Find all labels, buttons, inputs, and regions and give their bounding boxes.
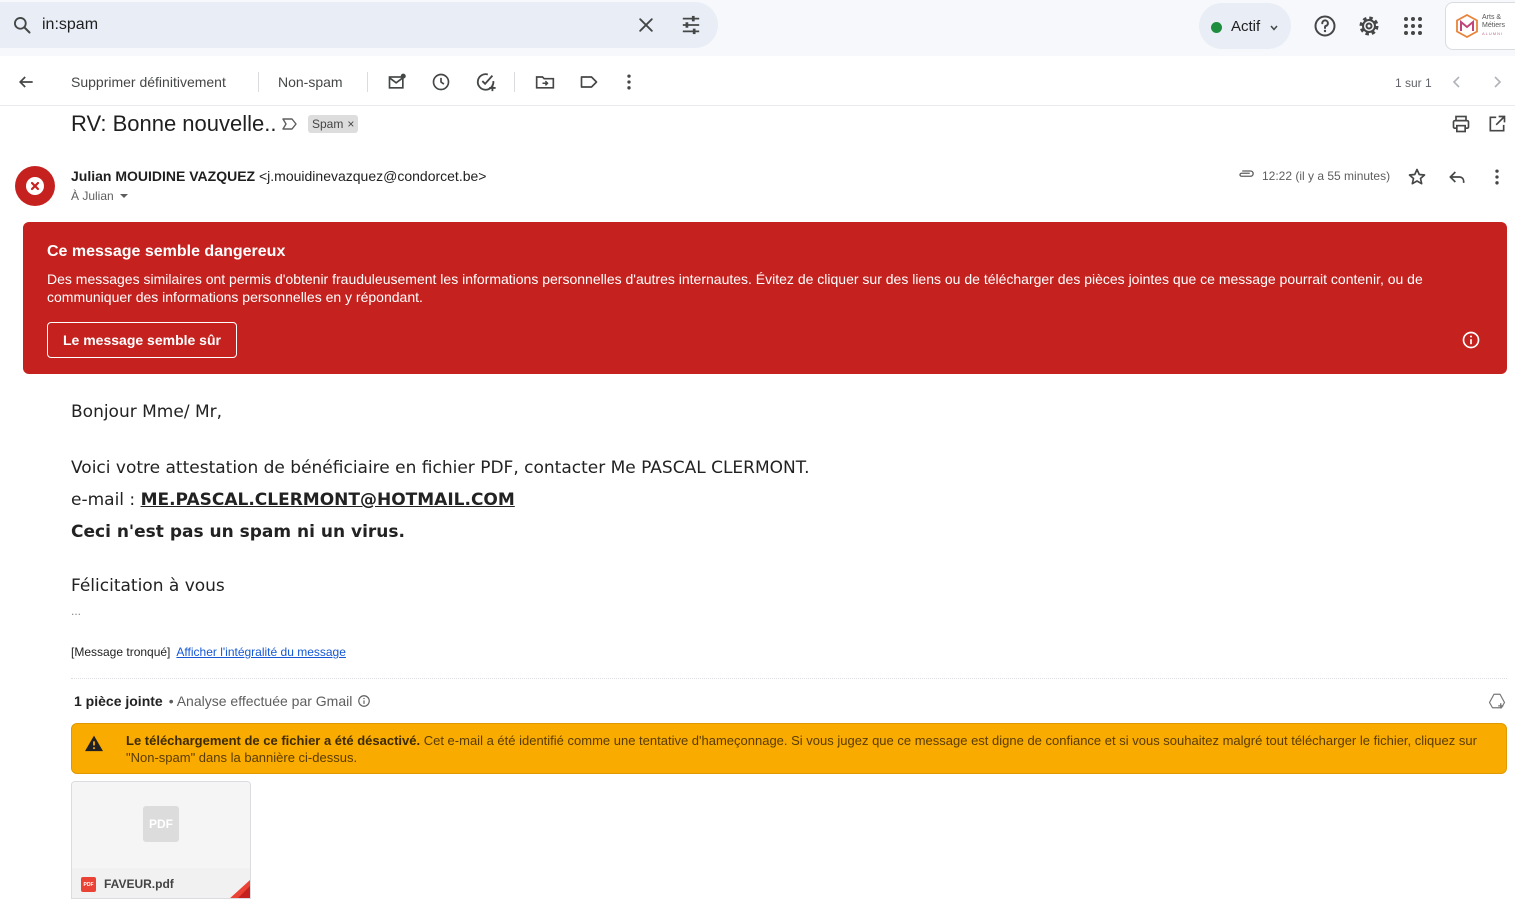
message-toolbar: Supprimer définitivement Non-spam 1 sur …	[0, 58, 1515, 106]
remove-label-icon[interactable]: ×	[347, 117, 354, 131]
file-corner-icon	[228, 880, 250, 898]
warning-bold-text: Le téléchargement de ce fichier a été dé…	[126, 733, 421, 748]
danger-title: Ce message semble dangereux	[47, 243, 286, 260]
danger-x-icon	[26, 177, 44, 195]
star-icon[interactable]	[1407, 167, 1427, 192]
chevron-down-icon	[1269, 20, 1279, 38]
not-spam-button[interactable]: Non-spam	[278, 58, 343, 106]
toolbar-divider	[514, 72, 515, 92]
message-time: 12:22 (il y a 55 minutes)	[1262, 169, 1391, 183]
delete-forever-button[interactable]: Supprimer définitivement	[71, 58, 226, 106]
pagination-text: 1 sur 1	[1395, 76, 1432, 90]
download-disabled-warning: Le téléchargement de ce fichier a été dé…	[71, 723, 1507, 774]
recipient-details[interactable]: À Julian	[71, 189, 128, 203]
sender-line[interactable]: Julian MOUIDINE VAZQUEZ <j.mouidinevazqu…	[71, 168, 486, 184]
truncated-label: [Message tronqué]	[71, 645, 171, 659]
open-in-new-window-icon[interactable]	[1487, 114, 1507, 139]
reply-icon[interactable]	[1447, 167, 1467, 192]
caret-down-icon	[119, 194, 128, 198]
attachment-footer: PDF FAVEUR.pdf	[72, 868, 250, 898]
mark-unread-icon[interactable]	[387, 58, 407, 106]
status-button[interactable]: Actif	[1199, 3, 1291, 49]
scan-info-icon[interactable]	[357, 694, 371, 708]
recipient-label: À Julian	[71, 189, 114, 203]
attachments-divider	[71, 678, 1507, 679]
sender-email: <j.mouidinevazquez@condorcet.be>	[258, 168, 487, 184]
top-bar: Actif Arts & Métiers ALUMNI	[0, 0, 1515, 56]
attachments-header: 1 pièce jointe • Analyse effectuée par G…	[74, 693, 371, 709]
attachment-preview: PDF	[72, 782, 250, 868]
search-icon[interactable]	[12, 15, 32, 40]
chevron-right-icon[interactable]	[1489, 58, 1505, 106]
message-subject: RV: Bonne nouvelle..	[71, 111, 277, 136]
search-options-icon[interactable]	[680, 15, 702, 40]
toolbar-divider	[258, 72, 259, 92]
spam-label-chip: Spam ×	[308, 115, 359, 133]
danger-warning-banner: Ce message semble dangereux Des messages…	[23, 222, 1507, 374]
search-input[interactable]	[42, 12, 602, 38]
attachment-card[interactable]: PDF PDF FAVEUR.pdf	[71, 781, 251, 899]
scan-label: • Analyse effectuée par Gmail	[168, 693, 353, 709]
trimmed-content-ellipsis[interactable]: ...	[71, 604, 81, 618]
warning-triangle-icon	[84, 734, 104, 757]
attachment-clip-icon	[1237, 167, 1255, 186]
sender-avatar[interactable]	[15, 166, 55, 206]
close-icon[interactable]	[636, 15, 656, 40]
gear-icon[interactable]	[1357, 14, 1381, 43]
chevron-left-icon[interactable]	[1449, 58, 1465, 106]
email-prefix: e-mail :	[71, 490, 141, 510]
more-vertical-icon[interactable]	[619, 58, 639, 106]
back-arrow-icon[interactable]	[16, 58, 36, 106]
info-icon[interactable]	[1461, 330, 1481, 355]
warning-text: Le téléchargement de ce fichier a été dé…	[126, 732, 1486, 766]
status-dot	[1211, 22, 1222, 33]
truncated-notice: [Message tronqué] Afficher l'intégralité …	[71, 645, 346, 659]
logo-text: Arts & Métiers ALUMNI	[1482, 14, 1505, 36]
body-line-3: Ceci n'est pas un spam ni un virus.	[71, 522, 405, 542]
sender-name: Julian MOUIDINE VAZQUEZ	[71, 168, 256, 184]
body-email-line: e-mail : ME.PASCAL.CLERMONT@HOTMAIL.COM	[71, 490, 515, 510]
body-greeting: Bonjour Mme/ Mr,	[71, 402, 223, 422]
toolbar-divider	[367, 72, 368, 92]
status-label: Actif	[1231, 18, 1261, 35]
label-icon[interactable]	[579, 58, 599, 106]
search-bar	[0, 2, 718, 48]
importance-marker-icon[interactable]	[282, 117, 298, 136]
apps-grid-icon[interactable]	[1401, 14, 1425, 43]
snooze-clock-icon[interactable]	[431, 58, 451, 106]
print-icon[interactable]	[1451, 114, 1471, 139]
organization-logo-icon	[1455, 13, 1479, 43]
pdf-small-icon: PDF	[81, 877, 96, 892]
help-icon[interactable]	[1313, 14, 1337, 43]
attachment-count: 1 pièce jointe	[74, 693, 163, 709]
more-options-icon[interactable]	[1487, 167, 1507, 192]
pdf-file-icon: PDF	[143, 806, 179, 842]
email-link[interactable]: ME.PASCAL.CLERMONT@HOTMAIL.COM	[141, 490, 515, 510]
move-to-folder-icon[interactable]	[535, 58, 555, 106]
looks-safe-button[interactable]: Le message semble sûr	[47, 322, 237, 358]
spam-label-text: Spam	[312, 117, 344, 131]
account-logo[interactable]: Arts & Métiers ALUMNI	[1445, 2, 1515, 50]
attachment-filename: FAVEUR.pdf	[104, 877, 174, 891]
danger-description: Des messages similaires ont permis d'obt…	[47, 271, 1423, 305]
add-to-drive-icon[interactable]	[1488, 692, 1506, 715]
body-line-1: Voici votre attestation de bénéficiaire …	[71, 458, 810, 478]
add-to-tasks-icon[interactable]	[475, 58, 497, 106]
body-closing: Félicitation à vous	[71, 576, 225, 596]
show-full-message-link[interactable]: Afficher l'intégralité du message	[176, 645, 346, 659]
